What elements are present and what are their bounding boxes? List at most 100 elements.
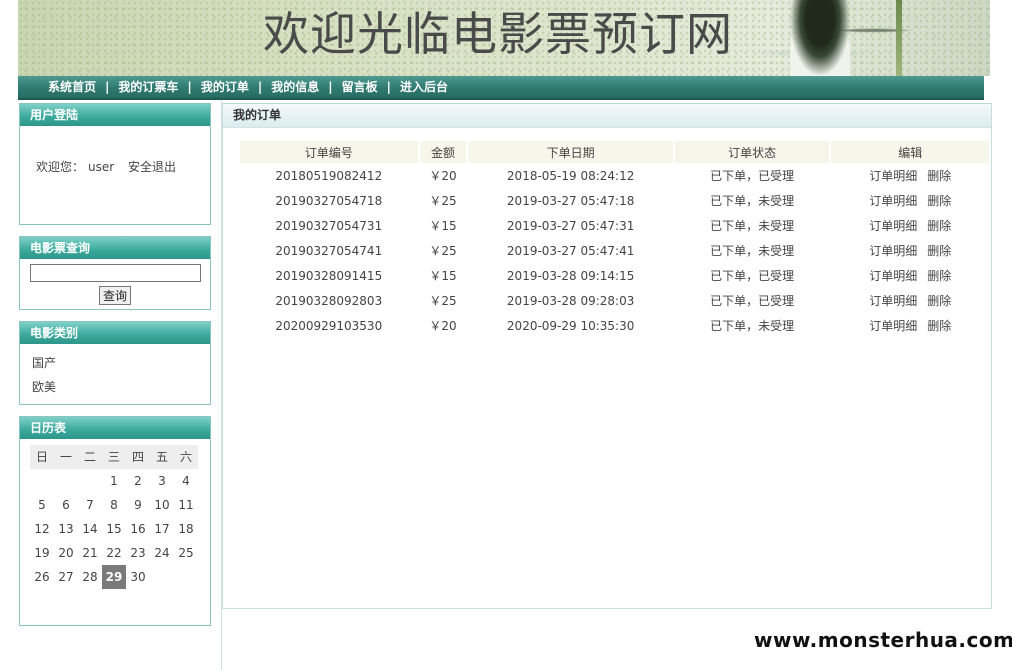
calendar-day[interactable]: 23 bbox=[126, 541, 150, 565]
order-status-cell: 已下单，已受理 bbox=[710, 294, 795, 308]
order-date-cell: 2019-03-27 05:47:41 bbox=[506, 243, 635, 258]
welcome-text: 欢迎您： user bbox=[36, 160, 115, 174]
calendar-day[interactable]: 11 bbox=[174, 493, 198, 517]
calendar-weekday: 六 bbox=[174, 445, 198, 469]
calendar-day[interactable]: 1 bbox=[102, 469, 126, 493]
category-item-domestic[interactable]: 国产 bbox=[32, 354, 56, 371]
order-id-cell: 20190328091415 bbox=[275, 268, 383, 283]
order-delete-link[interactable]: 删除 bbox=[927, 319, 951, 333]
order-detail-link[interactable]: 订单明细 bbox=[869, 244, 917, 258]
nav-item-0[interactable]: 系统首页 bbox=[48, 80, 96, 94]
calendar-day[interactable]: 22 bbox=[102, 541, 126, 565]
nav-separator: | bbox=[105, 80, 110, 94]
calendar-day[interactable]: 18 bbox=[174, 517, 198, 541]
edit-cell: 订单明细 删除 bbox=[831, 288, 989, 313]
table-row: 20190327054718 ￥25 2019-03-27 05:47:18 已下单，… bbox=[240, 188, 989, 213]
calendar-day[interactable]: 28 bbox=[78, 565, 102, 589]
calendar-grid: 日一二三四五六 1 2 3 4 5 6 7 8 9 10 11 12 13 14 15 16 17 18 19 20 21… bbox=[30, 445, 198, 589]
nav-item-5[interactable]: 进入后台 bbox=[400, 80, 448, 94]
nav-separator: | bbox=[187, 80, 192, 94]
calendar-day[interactable]: 17 bbox=[150, 517, 174, 541]
calendar-day[interactable]: 26 bbox=[30, 565, 54, 589]
order-detail-link[interactable]: 订单明细 bbox=[869, 169, 917, 183]
amount-cell: ￥25 bbox=[429, 244, 457, 258]
order-delete-link[interactable]: 删除 bbox=[927, 244, 951, 258]
calendar-panel-title: 日历表 bbox=[20, 417, 210, 439]
col-order-status: 订单状态 bbox=[674, 141, 830, 163]
table-row: 20190328091415 ￥15 2019-03-28 09:14:15 已下单，… bbox=[240, 263, 989, 288]
nav-separator: | bbox=[386, 80, 392, 94]
calendar-day[interactable]: 13 bbox=[54, 517, 78, 541]
calendar-day[interactable]: 6 bbox=[54, 493, 78, 517]
calendar-weekday: 一 bbox=[54, 445, 78, 469]
calendar-day[interactable]: 10 bbox=[150, 493, 174, 517]
order-detail-link[interactable]: 订单明细 bbox=[869, 194, 917, 208]
category-panel-title: 电影类别 bbox=[20, 322, 210, 344]
order-id-cell: 20180519082412 bbox=[275, 168, 383, 183]
table-row: 20190328092803 ￥25 2019-03-28 09:28:03 已下单，… bbox=[240, 288, 989, 313]
nav-item-1[interactable]: 我的订票车 bbox=[118, 80, 178, 94]
site-banner: 欢迎光临电影票预订网 bbox=[18, 0, 990, 76]
calendar-day[interactable]: 25 bbox=[174, 541, 198, 565]
amount-cell: ￥20 bbox=[429, 319, 457, 333]
calendar-day[interactable]: 20 bbox=[54, 541, 78, 565]
nav-links: 系统首页 | 我的订票车 | 我的订单 | 我的信息 | 留言板 | 进入后台 bbox=[48, 76, 448, 98]
calendar-day[interactable]: 14 bbox=[78, 517, 102, 541]
calendar-day[interactable]: 4 bbox=[174, 469, 198, 493]
edit-cell: 订单明细 删除 bbox=[831, 188, 989, 213]
search-input[interactable] bbox=[30, 264, 201, 282]
order-status-cell: 已下单，已受理 bbox=[710, 269, 795, 283]
order-delete-link[interactable]: 删除 bbox=[927, 269, 951, 283]
search-panel-title: 电影票查询 bbox=[20, 237, 210, 259]
order-detail-link[interactable]: 订单明细 bbox=[869, 294, 917, 308]
calendar-day[interactable]: 12 bbox=[30, 517, 54, 541]
calendar-day[interactable]: 30 bbox=[126, 565, 150, 589]
calendar-day[interactable]: 15 bbox=[102, 517, 126, 541]
calendar-day[interactable]: 16 bbox=[126, 517, 150, 541]
login-panel-title: 用户登陆 bbox=[20, 104, 210, 126]
table-row: 20180519082412 ￥20 2018-05-19 08:24:12 已下单，… bbox=[240, 163, 989, 188]
nav-item-4[interactable]: 留言板 bbox=[342, 80, 378, 94]
calendar-weekday: 四 bbox=[126, 445, 150, 469]
amount-cell: ￥20 bbox=[429, 169, 457, 183]
calendar-day[interactable]: 9 bbox=[126, 493, 150, 517]
orders-table: 订单编号 金额 下单日期 订单状态 编辑 20180519082412 ￥20 20… bbox=[238, 141, 991, 338]
order-detail-link[interactable]: 订单明细 bbox=[869, 269, 917, 283]
nav-separator: | bbox=[328, 80, 333, 94]
calendar-day[interactable]: 5 bbox=[30, 493, 54, 517]
nav-item-2[interactable]: 我的订单 bbox=[201, 80, 249, 94]
order-detail-link[interactable]: 订单明细 bbox=[869, 319, 917, 333]
order-delete-link[interactable]: 删除 bbox=[927, 194, 951, 208]
calendar-empty-cell bbox=[30, 469, 54, 493]
order-delete-link[interactable]: 删除 bbox=[927, 169, 951, 183]
category-item-western[interactable]: 欧美 bbox=[32, 378, 56, 395]
logout-link[interactable]: 安全退出 bbox=[128, 158, 176, 175]
calendar-day[interactable]: 2 bbox=[126, 469, 150, 493]
order-date-cell: 2020-09-29 10:35:30 bbox=[506, 318, 635, 333]
table-row: 20190327054731 ￥15 2019-03-27 05:47:31 已下单，… bbox=[240, 213, 989, 238]
nav-separator: | bbox=[257, 80, 263, 94]
calendar-day[interactable]: 8 bbox=[102, 493, 126, 517]
calendar-day[interactable]: 21 bbox=[78, 541, 102, 565]
edit-cell: 订单明细 删除 bbox=[831, 163, 989, 188]
banner-figure-image bbox=[790, 0, 850, 76]
calendar-day[interactable]: 19 bbox=[30, 541, 54, 565]
nav-item-3[interactable]: 我的信息 bbox=[271, 80, 319, 94]
order-delete-link[interactable]: 删除 bbox=[927, 294, 951, 308]
search-button[interactable]: 查询 bbox=[99, 286, 131, 305]
calendar-day[interactable]: 24 bbox=[150, 541, 174, 565]
table-row: 20190327054741 ￥25 2019-03-27 05:47:41 已下单，… bbox=[240, 238, 989, 263]
order-delete-link[interactable]: 删除 bbox=[927, 219, 951, 233]
calendar-day[interactable]: 7 bbox=[78, 493, 102, 517]
main-nav: 系统首页 | 我的订票车 | 我的订单 | 我的信息 | 留言板 | 进入后台 bbox=[18, 76, 984, 100]
watermark: www.monsterhua.com bbox=[754, 628, 1012, 652]
order-id-cell: 20190327054718 bbox=[275, 193, 383, 208]
calendar-day-today[interactable]: 29 bbox=[102, 565, 126, 589]
order-id-cell: 20190327054731 bbox=[275, 218, 383, 233]
order-date-cell: 2019-03-28 09:14:15 bbox=[506, 268, 635, 283]
order-status-cell: 已下单，已受理 bbox=[710, 169, 795, 183]
calendar-day[interactable]: 27 bbox=[54, 565, 78, 589]
calendar-day[interactable]: 3 bbox=[150, 469, 174, 493]
calendar-empty-cell bbox=[78, 469, 102, 493]
order-detail-link[interactable]: 订单明细 bbox=[869, 219, 917, 233]
